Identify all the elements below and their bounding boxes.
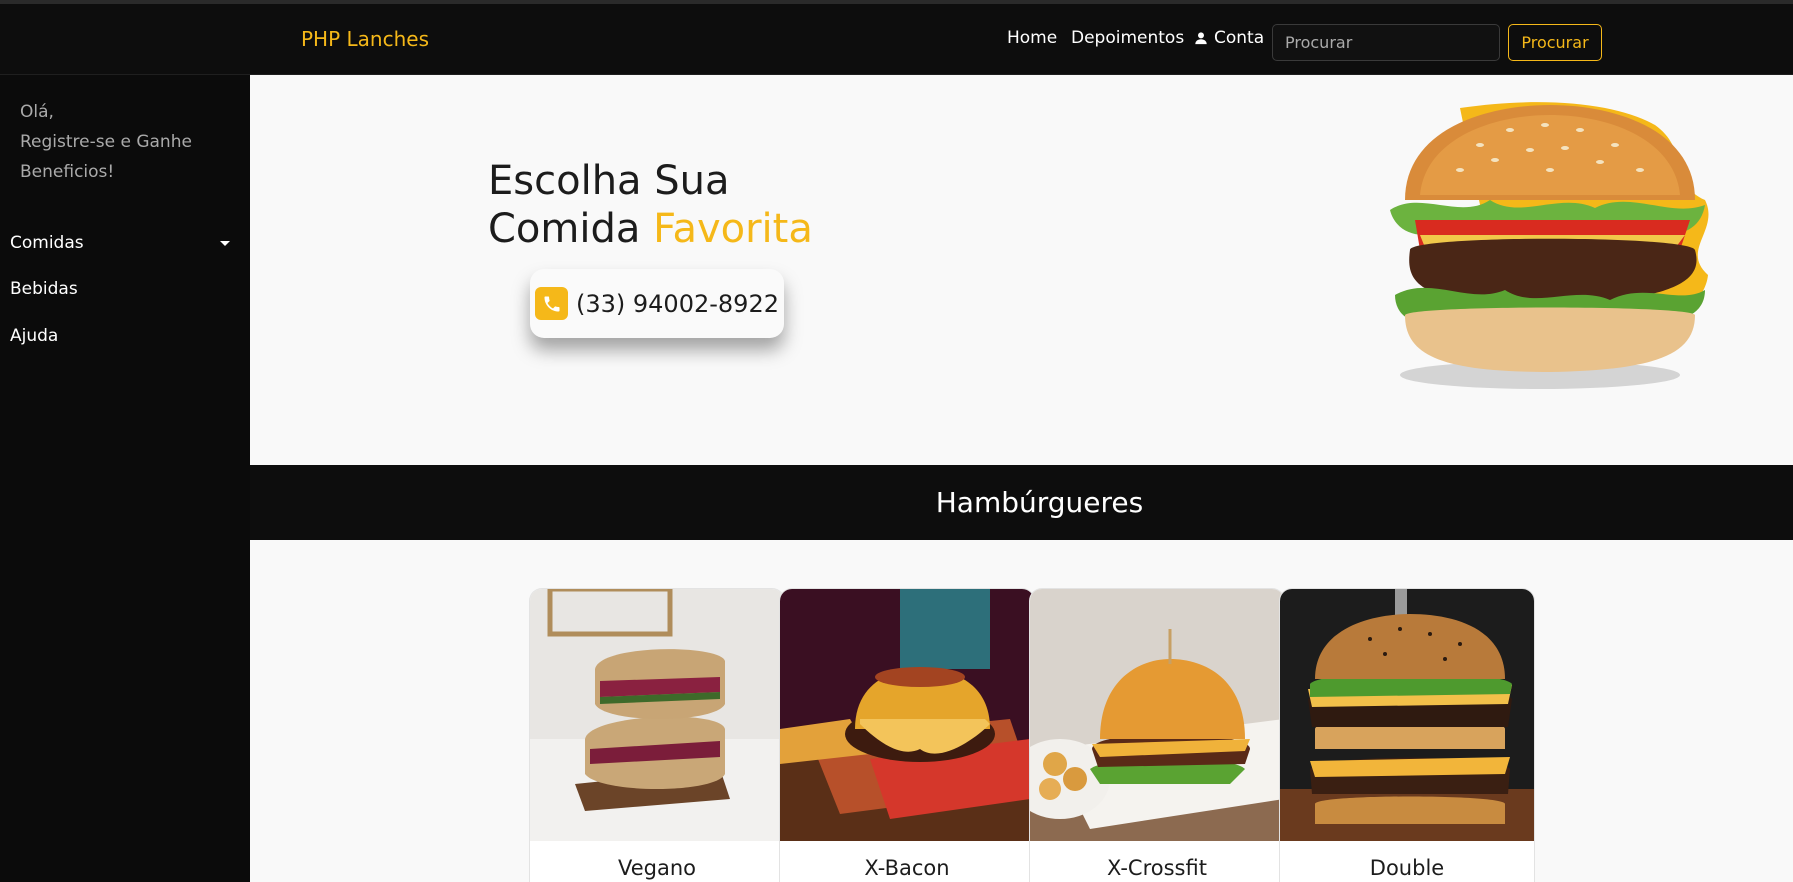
greeting-line-1: Olá, <box>20 102 54 122</box>
section-header: Hambúrgueres <box>250 465 1793 540</box>
product-image-vegano <box>530 589 784 841</box>
hero-banner: Escolha Sua Comida Favorita (33) 94002-8… <box>250 75 1793 465</box>
nav-depoimentos-link[interactable]: Depoimentos <box>1071 28 1184 48</box>
hero-title-line-2: Comida Favorita <box>488 205 908 253</box>
product-name: Vegano <box>617 856 696 880</box>
product-card[interactable]: Vegano <box>530 589 784 882</box>
phone-number: (33) 94002-8922 <box>576 289 779 318</box>
sidebar-greeting: Olá, Registre-se e Ganhe Beneficios! <box>20 97 240 187</box>
top-navbar: PHP Lanches Home Depoimentos Conta Procu… <box>0 0 1793 75</box>
phone-contact-card[interactable]: (33) 94002-8922 <box>530 269 784 338</box>
sidebar-item-ajuda[interactable]: Ajuda <box>10 326 235 346</box>
sidebar-item-label: Ajuda <box>10 326 59 346</box>
sidebar-item-label: Comidas <box>10 233 84 253</box>
greeting-line-2: Registre-se e Ganhe Beneficios! <box>20 132 192 182</box>
sidebar-item-label: Bebidas <box>10 279 78 299</box>
sidebar-item-comidas[interactable]: Comidas <box>10 233 235 253</box>
nav-home-link[interactable]: Home <box>1007 28 1057 48</box>
product-name: X-Bacon <box>864 856 950 880</box>
products-area: Vegano X-Bacon X-Crossfit Double <box>250 540 1793 882</box>
user-icon <box>1195 32 1207 45</box>
product-image-double <box>1280 589 1534 841</box>
hero-burger-image <box>1310 100 1760 400</box>
hero-title-line-1: Escolha Sua <box>488 158 730 204</box>
product-image-x-bacon <box>780 589 1034 841</box>
hero-title: Escolha Sua Comida Favorita <box>488 157 908 253</box>
search-button[interactable]: Procurar <box>1508 24 1602 61</box>
hero-title-word: Comida <box>488 206 654 252</box>
sidebar: Olá, Registre-se e Ganhe Beneficios! Com… <box>0 75 250 882</box>
product-name: Double <box>1369 856 1445 880</box>
nav-conta-link[interactable]: Conta <box>1194 28 1264 48</box>
section-title: Hambúrgueres <box>935 486 1144 519</box>
product-card[interactable]: X-Bacon <box>780 589 1034 882</box>
product-image-x-crossfit <box>1030 589 1284 841</box>
phone-icon <box>535 287 568 320</box>
product-card[interactable]: X-Crossfit <box>1030 589 1284 882</box>
product-card[interactable]: Double <box>1280 589 1534 882</box>
brand-logo-link[interactable]: PHP Lanches <box>301 27 429 51</box>
search-input[interactable] <box>1272 24 1500 61</box>
caret-down-icon <box>220 240 230 246</box>
sidebar-item-bebidas[interactable]: Bebidas <box>10 279 235 299</box>
nav-conta-label: Conta <box>1214 28 1265 48</box>
product-name: X-Crossfit <box>1107 856 1207 880</box>
hero-title-highlight: Favorita <box>653 206 813 252</box>
